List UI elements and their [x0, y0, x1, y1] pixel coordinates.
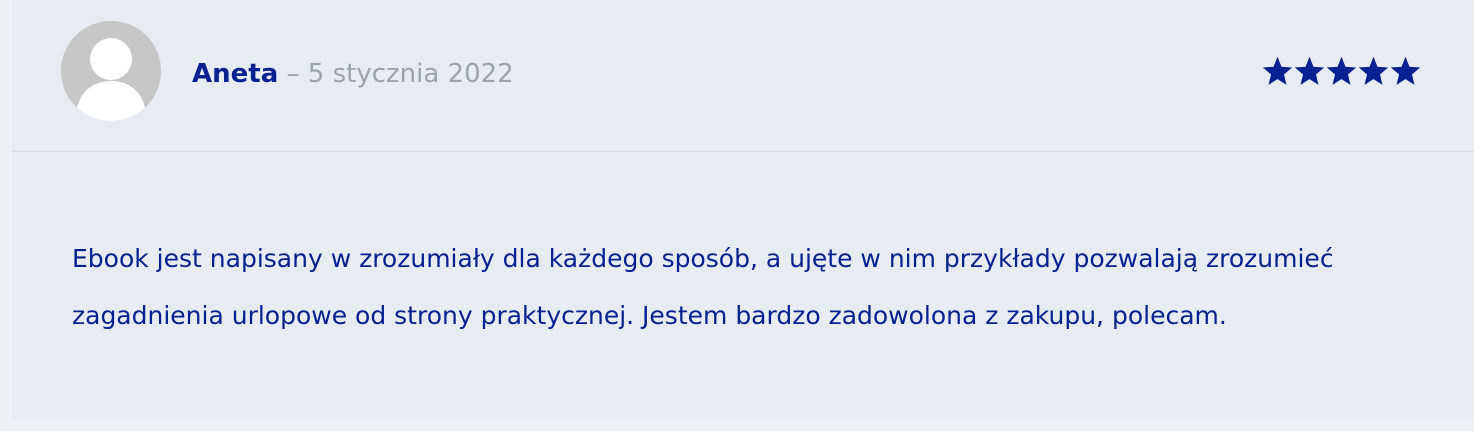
review-author: Aneta: [192, 59, 279, 89]
review-card: Aneta – 5 stycznia 2022 Ebook jest napis…: [12, 0, 1474, 420]
star-rating: [1262, 53, 1422, 89]
review-meta-separator: –: [278, 59, 308, 89]
star-icon: [1262, 56, 1293, 85]
review-date: 5 stycznia 2022: [307, 59, 514, 89]
star-icon: [1390, 56, 1421, 85]
review-text: Ebook jest napisany w zrozumiały dla każ…: [72, 244, 1334, 330]
review-meta: Aneta – 5 stycznia 2022: [192, 56, 514, 92]
star-icon: [1326, 56, 1357, 85]
review-header: Aneta – 5 stycznia 2022: [12, 0, 1474, 152]
star-icon: [1358, 56, 1389, 85]
user-avatar-icon: [61, 21, 161, 121]
star-icon: [1294, 56, 1325, 85]
